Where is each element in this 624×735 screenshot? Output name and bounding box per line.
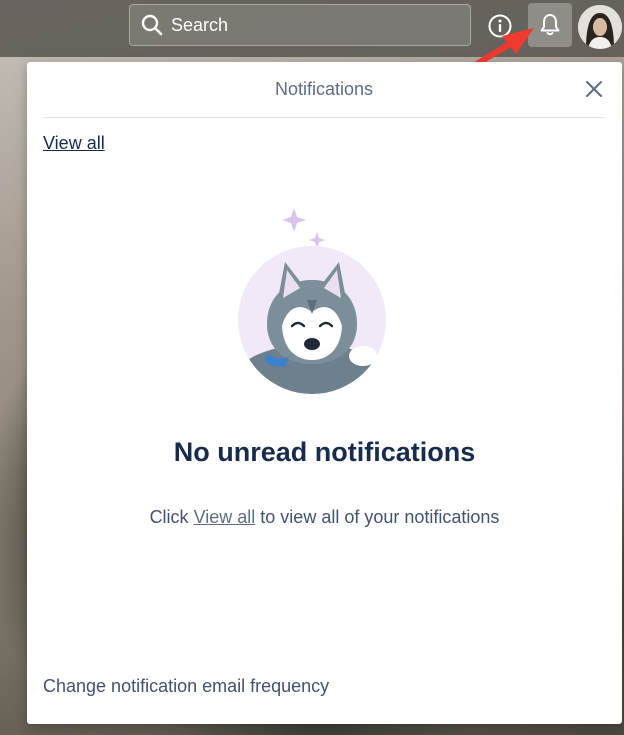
empty-state-title: No unread notifications <box>173 437 476 467</box>
search-placeholder: Search <box>171 14 229 35</box>
sleeping-husky-illustration <box>238 208 386 394</box>
empty-message-suffix: to view all of your notifications <box>260 507 500 527</box>
empty-message-prefix: Click <box>149 507 189 527</box>
panel-header: Notifications <box>43 62 605 118</box>
panel-title: Notifications <box>274 79 374 99</box>
email-frequency-link[interactable]: Change notification email frequency <box>43 676 329 697</box>
empty-state-message: Click View all to view all of your notif… <box>27 507 622 528</box>
search-icon <box>141 14 163 36</box>
notifications-panel: Notifications View all No unread notific… <box>27 62 622 724</box>
close-icon <box>586 81 602 97</box>
user-avatar[interactable] <box>578 5 622 49</box>
search-input[interactable]: Search <box>129 4 471 46</box>
empty-message-view-all-link[interactable]: View all <box>194 507 256 527</box>
close-button[interactable] <box>583 78 605 100</box>
view-all-link[interactable]: View all <box>43 133 105 154</box>
